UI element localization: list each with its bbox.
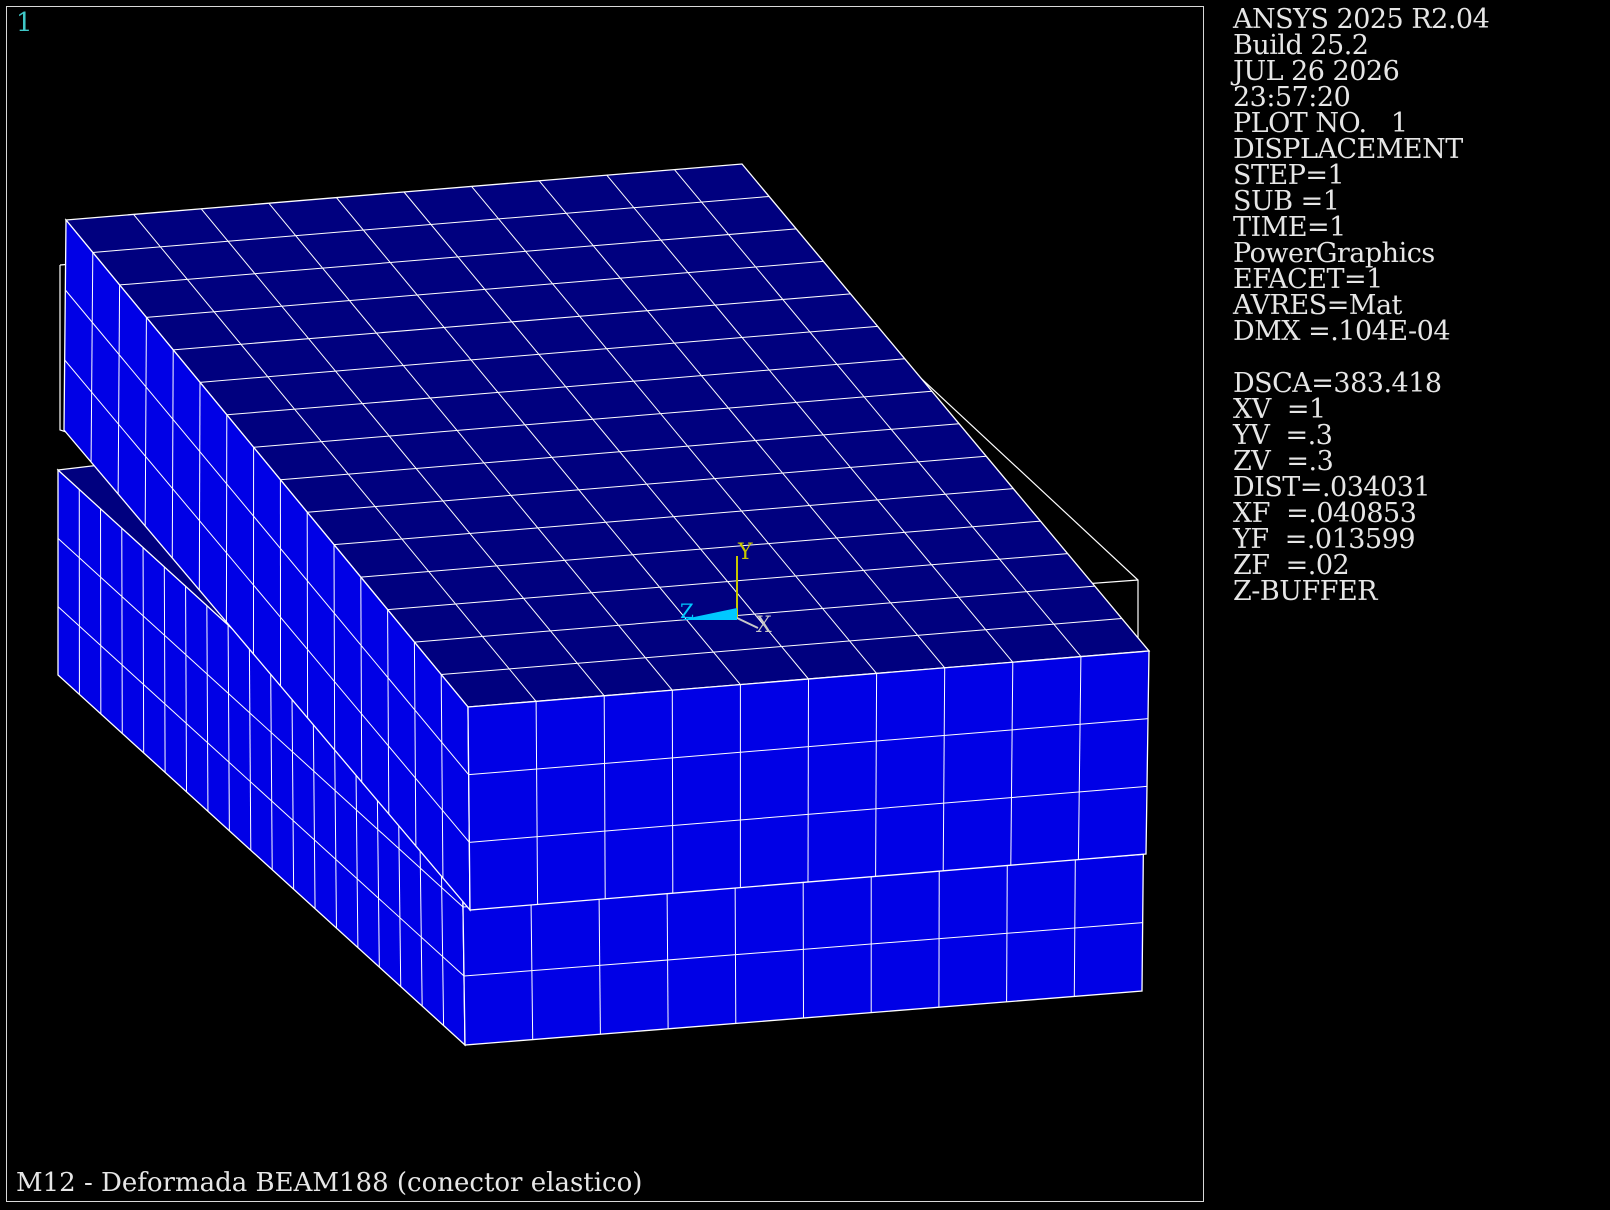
plot-title: M12 - Deformada BEAM188 (conector elasti… (16, 1168, 643, 1198)
upper-front-face-grid-line (671, 690, 674, 894)
upper-left-face-grid-line (198, 382, 201, 591)
upper-front-face-grid-line (807, 678, 809, 883)
triad-z-label: Z (680, 599, 694, 623)
status-legend: ANSYS 2025 R2.04 Build 25.2 JUL 26 2026 23:… (1233, 6, 1490, 607)
triad-y-label: Y (737, 540, 753, 565)
upper-left-face-grid-line (333, 544, 336, 751)
lower-left-face-grid-line (142, 547, 145, 753)
legend-dmx: DMX =.104E-04 (1233, 316, 1451, 347)
triad-x-label: X (756, 613, 772, 638)
legend-zbuffer: Z-BUFFER (1233, 576, 1378, 607)
